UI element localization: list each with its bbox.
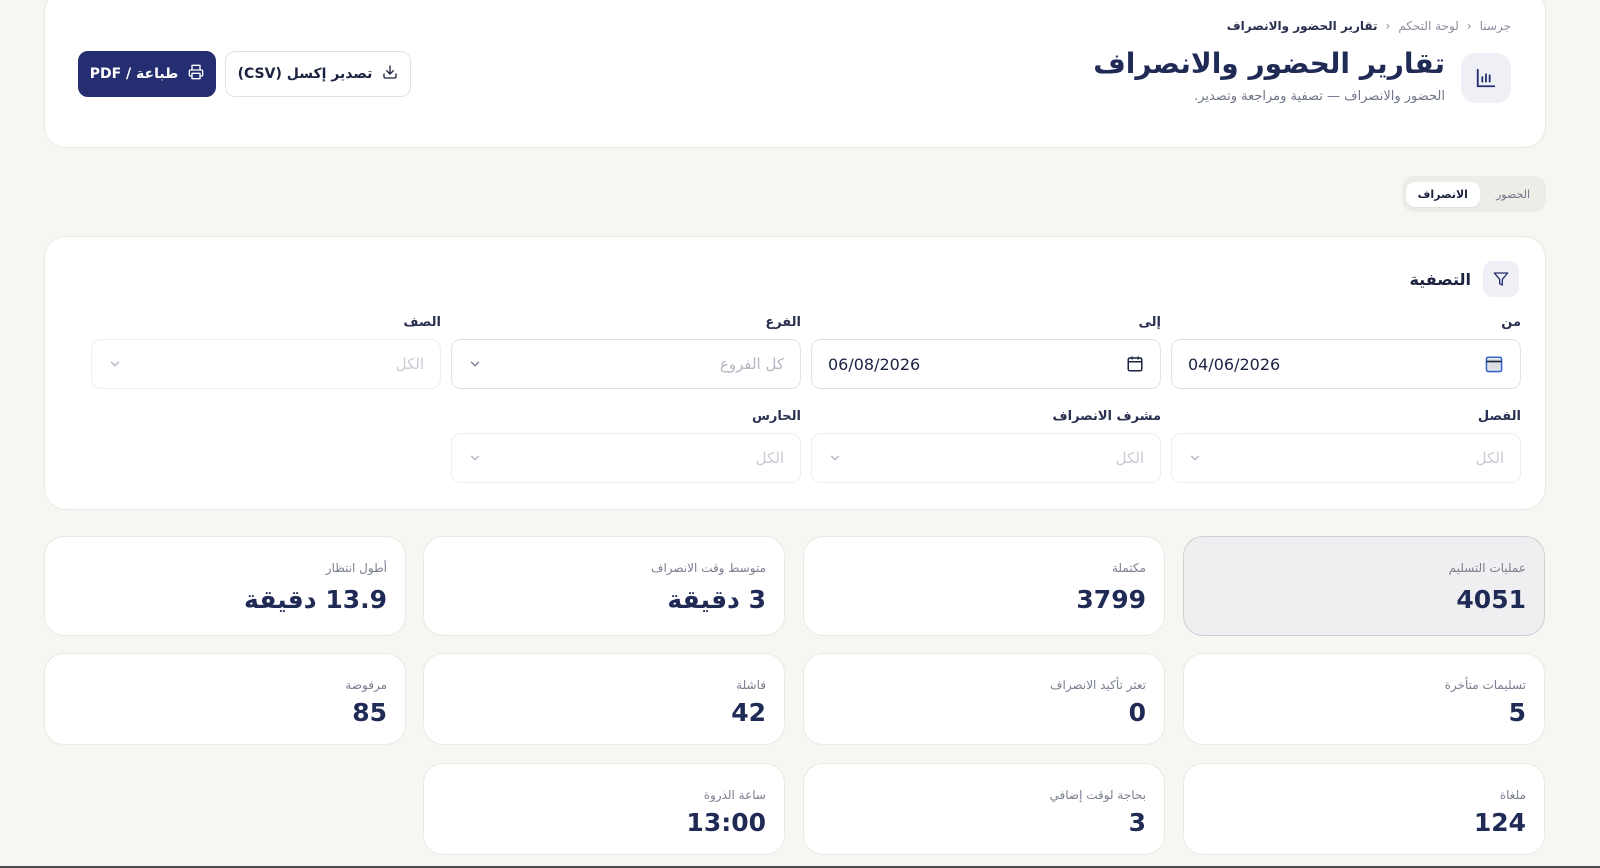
stat-label: عمليات التسليم — [1448, 561, 1526, 575]
stat-card-longest-wait[interactable]: أطول انتظار 13.9 دقيقة — [44, 536, 406, 636]
breadcrumb: جرسنا ‹ لوحة التحكم ‹ تقارير الحضور والا… — [1227, 19, 1511, 33]
class-field: الفصل الكل — [1171, 409, 1521, 483]
printer-icon — [188, 64, 204, 84]
from-date-label: من — [1501, 315, 1521, 330]
grade-field: الصف الكل — [91, 315, 441, 389]
to-date-input[interactable]: 06/08/2026 — [811, 339, 1161, 389]
page-title: تقارير الحضور والانصراف — [1093, 47, 1445, 80]
tab-dismissal[interactable]: الانصراف — [1405, 181, 1480, 207]
stat-label: مرفوضة — [345, 678, 387, 692]
print-pdf-label: طباعة / PDF — [89, 66, 179, 82]
chevron-down-icon — [468, 357, 482, 371]
branch-select-value: كل الفروع — [719, 355, 784, 373]
stat-label: فاشلة — [736, 678, 766, 692]
calendar-icon[interactable] — [1484, 354, 1504, 374]
class-select[interactable]: الكل — [1171, 433, 1521, 483]
page-header: جرسنا ‹ لوحة التحكم ‹ تقارير الحضور والا… — [44, 0, 1546, 148]
chevron-down-icon — [108, 357, 122, 371]
stat-label: مكتملة — [1111, 561, 1146, 575]
stat-label: أطول انتظار — [325, 561, 387, 575]
dismissal-supervisor-select-value: الكل — [1115, 449, 1144, 467]
stat-label: ساعة الذروة — [703, 788, 766, 802]
grade-select-value: الكل — [395, 355, 424, 373]
class-select-value: الكل — [1475, 449, 1504, 467]
chevron-down-icon — [468, 451, 482, 465]
grade-label: الصف — [403, 315, 441, 330]
stat-value: 4051 — [1456, 585, 1526, 614]
filter-panel: التصفية من 04/06/2026 إلى 06/08/2026 الف… — [44, 236, 1546, 510]
grade-select[interactable]: الكل — [91, 339, 441, 389]
stat-value: 124 — [1473, 808, 1526, 837]
breadcrumb-current: تقارير الحضور والانصراف — [1226, 19, 1378, 33]
stat-label: تعثر تأكيد الانصراف — [1050, 678, 1146, 692]
guard-label: الحارس — [751, 409, 801, 424]
stat-label: متوسط وقت الانصراف — [651, 561, 766, 575]
print-pdf-button[interactable]: طباعة / PDF — [78, 51, 216, 97]
stat-card-late-handovers[interactable]: تسليمات متأخرة 5 — [1183, 653, 1545, 745]
chevron-left-icon: ‹ — [1466, 19, 1472, 33]
from-date-value: 04/06/2026 — [1188, 354, 1281, 374]
export-csv-label: تصدير إكسل (CSV) — [237, 66, 373, 82]
filter-icon — [1483, 261, 1519, 297]
branch-field: الفرع كل الفروع — [451, 315, 801, 389]
stat-value: 5 — [1508, 698, 1526, 727]
from-date-input[interactable]: 04/06/2026 — [1171, 339, 1521, 389]
stat-value: 3 — [1128, 808, 1146, 837]
branch-select[interactable]: كل الفروع — [451, 339, 801, 389]
stat-label: ملغاة — [1499, 788, 1526, 802]
stat-value: 3799 — [1076, 585, 1146, 614]
stat-value: 85 — [352, 698, 387, 727]
class-label: الفصل — [1477, 409, 1521, 424]
stat-card-rejected[interactable]: مرفوضة 85 — [44, 653, 406, 745]
stat-value: 0 — [1128, 698, 1146, 727]
stat-card-completed[interactable]: مكتملة 3799 — [803, 536, 1165, 636]
dismissal-supervisor-field: مشرف الانصراف الكل — [811, 409, 1161, 483]
from-date-field: من 04/06/2026 — [1171, 315, 1521, 389]
to-date-label: إلى — [1138, 315, 1162, 330]
chevron-down-icon — [1188, 451, 1202, 465]
stat-value: 42 — [731, 698, 766, 727]
stat-card-confirmation-stuck[interactable]: تعثر تأكيد الانصراف 0 — [803, 653, 1165, 745]
filter-title: التصفية — [1409, 269, 1471, 289]
report-tabs: الحضور الانصراف — [1401, 176, 1546, 212]
stat-card-handovers[interactable]: عمليات التسليم 4051 — [1183, 536, 1545, 636]
filter-header: التصفية — [1409, 261, 1519, 297]
to-date-value: 06/08/2026 — [828, 354, 921, 374]
guard-select[interactable]: الكل — [451, 433, 801, 483]
calendar-icon[interactable] — [1126, 355, 1144, 373]
to-date-field: إلى 06/08/2026 — [811, 315, 1161, 389]
stat-card-cancelled[interactable]: ملغاة 124 — [1183, 763, 1545, 855]
page-subtitle: الحضور والانصراف — تصفية ومراجعة وتصدير. — [1194, 89, 1445, 104]
chevron-left-icon: ‹ — [1385, 19, 1391, 33]
stat-value: 3 دقيقة — [667, 585, 766, 614]
stat-card-failed[interactable]: فاشلة 42 — [423, 653, 785, 745]
dismissal-supervisor-label: مشرف الانصراف — [1052, 409, 1161, 424]
branch-label: الفرع — [765, 315, 801, 330]
download-icon — [382, 64, 398, 84]
export-csv-button[interactable]: تصدير إكسل (CSV) — [225, 51, 411, 97]
stat-card-needs-extra-time[interactable]: بحاجة لوقت إضافي 3 — [803, 763, 1165, 855]
guard-field: الحارس الكل — [451, 409, 801, 483]
chevron-down-icon — [828, 451, 842, 465]
stat-value: 13:00 — [686, 808, 766, 837]
stat-card-peak-hour[interactable]: ساعة الذروة 13:00 — [423, 763, 785, 855]
stat-label: تسليمات متأخرة — [1444, 678, 1526, 692]
stat-label: بحاجة لوقت إضافي — [1049, 788, 1146, 802]
stat-card-avg-dismissal-time[interactable]: متوسط وقت الانصراف 3 دقيقة — [423, 536, 785, 636]
breadcrumb-dashboard[interactable]: لوحة التحكم — [1398, 19, 1459, 33]
stat-value: 13.9 دقيقة — [244, 585, 387, 614]
tab-attendance[interactable]: الحضور — [1484, 182, 1542, 207]
bar-chart-icon — [1461, 53, 1511, 103]
breadcrumb-home[interactable]: جرسنا — [1480, 19, 1511, 33]
guard-select-value: الكل — [755, 449, 784, 467]
dismissal-supervisor-select[interactable]: الكل — [811, 433, 1161, 483]
